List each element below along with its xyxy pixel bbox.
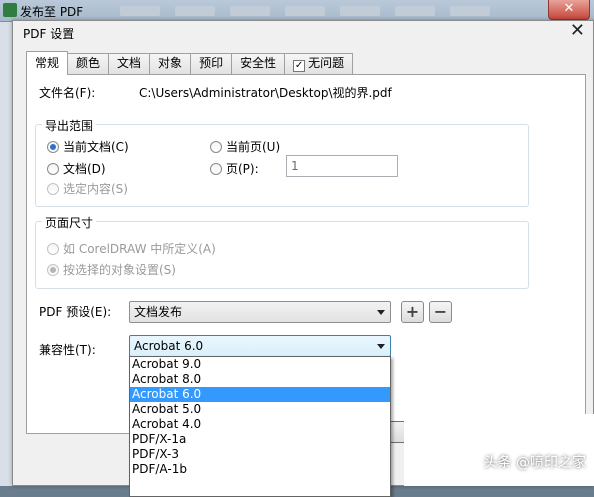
filename-label: 文件名(F): bbox=[39, 86, 96, 100]
radio-selection[interactable]: 选定内容(S) bbox=[47, 180, 128, 197]
blurred-menu bbox=[175, 6, 215, 16]
compat-option[interactable]: PDF/A-1b bbox=[130, 462, 390, 477]
blurred-menu bbox=[395, 6, 435, 16]
compat-option[interactable]: Acrobat 8.0 bbox=[130, 372, 390, 387]
tab-color[interactable]: 颜色 bbox=[67, 53, 110, 74]
radio-pages[interactable]: 页(P): bbox=[210, 160, 259, 177]
app-icon bbox=[3, 3, 17, 17]
tab-objects[interactable]: 对象 bbox=[149, 53, 192, 74]
radio-label: 按选择的对象设置(S) bbox=[63, 263, 176, 277]
tab-general[interactable]: 常规 bbox=[26, 51, 69, 75]
radio-label: 页(P): bbox=[226, 162, 259, 176]
preset-value: 文档发布 bbox=[134, 305, 183, 319]
radio-dot bbox=[210, 162, 222, 175]
compat-option[interactable]: Acrobat 5.0 bbox=[130, 402, 390, 417]
tab-security[interactable]: 安全性 bbox=[231, 53, 286, 74]
tab-no-issues[interactable]: ✓ 无问题 bbox=[284, 53, 354, 74]
page-size-title: 页面尺寸 bbox=[42, 214, 97, 231]
preset-select[interactable]: 文档发布 bbox=[129, 301, 391, 323]
blurred-menu bbox=[450, 6, 490, 16]
radio-current-doc[interactable]: 当前文档(C) bbox=[47, 138, 129, 155]
tab-no-issues-label: 无问题 bbox=[308, 56, 345, 70]
radio-current-page[interactable]: 当前页(U) bbox=[210, 138, 280, 155]
remove-preset-button[interactable]: − bbox=[429, 301, 452, 323]
blurred-menu bbox=[120, 6, 160, 16]
blurred-menu bbox=[230, 6, 270, 16]
radio-dot bbox=[47, 182, 59, 195]
preset-label: PDF 预设(E): bbox=[39, 305, 112, 319]
dialog-title: PDF 设置 bbox=[23, 27, 75, 41]
compat-option[interactable]: PDF/X-3 bbox=[130, 447, 390, 462]
app-title: 发布至 PDF bbox=[20, 5, 84, 19]
compat-option[interactable]: PDF/X-1a bbox=[130, 432, 390, 447]
radio-dot bbox=[210, 140, 222, 153]
blurred-menu bbox=[340, 6, 380, 16]
radio-as-defined[interactable]: 如 CorelDRAW 中所定义(A) bbox=[47, 240, 216, 257]
radio-dot bbox=[47, 242, 59, 255]
radio-label: 当前页(U) bbox=[226, 140, 281, 154]
tab-document[interactable]: 文档 bbox=[108, 53, 151, 74]
tab-strip: 常规 颜色 文档 对象 预印 安全性 ✓ 无问题 bbox=[26, 51, 354, 75]
radio-by-selection[interactable]: 按选择的对象设置(S) bbox=[47, 261, 176, 278]
chevron-down-icon bbox=[377, 344, 385, 349]
radio-dot bbox=[47, 162, 59, 175]
compat-option[interactable]: Acrobat 4.0 bbox=[130, 417, 390, 432]
watermark-backdrop bbox=[404, 414, 594, 486]
tab-prepress[interactable]: 预印 bbox=[190, 53, 233, 74]
compat-option[interactable]: Acrobat 9.0 bbox=[130, 357, 390, 372]
radio-label: 文档(D) bbox=[63, 162, 106, 176]
close-icon[interactable]: ✕ bbox=[570, 21, 585, 41]
export-range-title: 导出范围 bbox=[42, 117, 97, 134]
radio-dot bbox=[47, 263, 59, 276]
check-icon: ✓ bbox=[293, 60, 306, 72]
compat-dropdown-list: Acrobat 9.0 Acrobat 8.0 Acrobat 6.0 Acro… bbox=[129, 356, 391, 497]
compat-label: 兼容性(T): bbox=[39, 343, 96, 357]
filename-value: C:\Users\Administrator\Desktop\视的界.pdf bbox=[139, 86, 392, 100]
chevron-down-icon bbox=[377, 310, 385, 315]
radio-label: 选定内容(S) bbox=[63, 182, 128, 196]
watermark-text: 头条 @喷印之家 bbox=[483, 455, 586, 471]
radio-dot bbox=[47, 140, 59, 153]
app-close-button[interactable]: ✕ bbox=[548, 0, 590, 20]
radio-documents[interactable]: 文档(D) bbox=[47, 160, 106, 177]
blurred-menu bbox=[285, 6, 325, 16]
radio-label: 当前文档(C) bbox=[63, 140, 129, 154]
background-titlebar: 发布至 PDF ✕ bbox=[0, 0, 594, 22]
compat-option[interactable]: Acrobat 6.0 bbox=[130, 387, 390, 402]
add-preset-button[interactable]: + bbox=[401, 301, 424, 323]
compat-value: Acrobat 6.0 bbox=[134, 339, 204, 353]
compat-select[interactable]: Acrobat 6.0 bbox=[129, 335, 391, 357]
pages-input[interactable]: 1 bbox=[286, 155, 398, 177]
radio-label: 如 CorelDRAW 中所定义(A) bbox=[63, 242, 216, 256]
